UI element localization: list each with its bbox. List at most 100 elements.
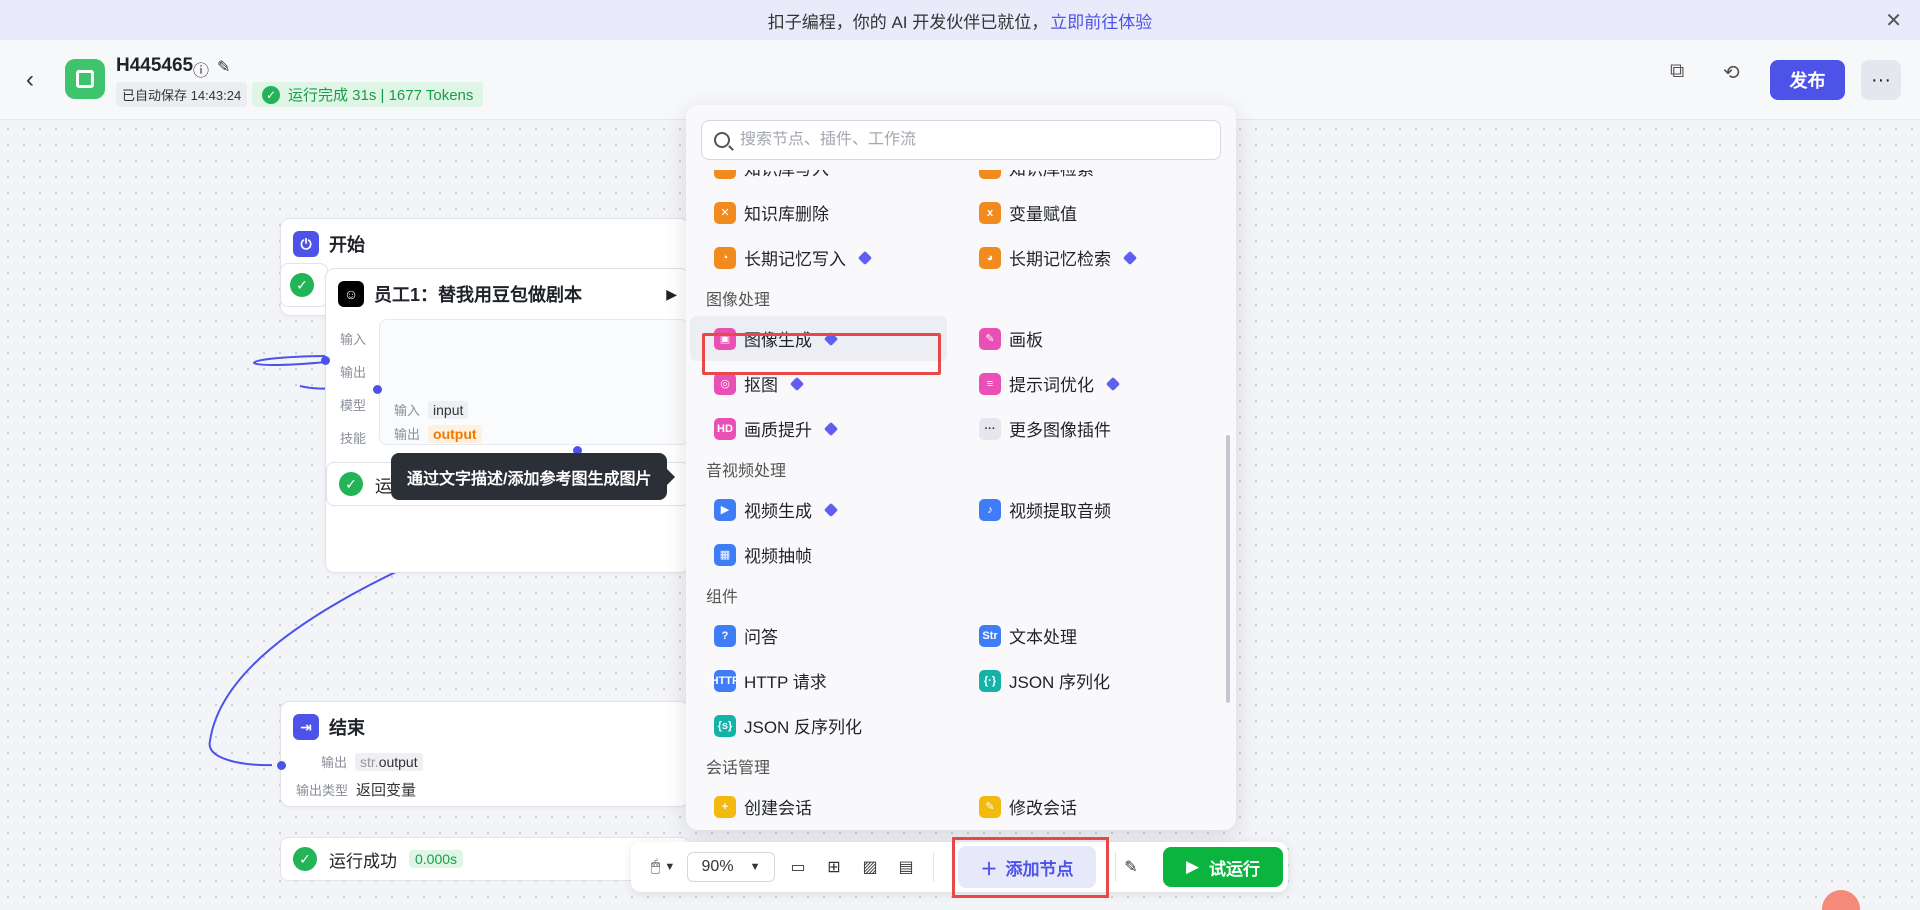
node-item[interactable]: ✎ 画板 (955, 316, 1212, 361)
node-search[interactable] (701, 120, 1221, 160)
banner-text: 扣子编程，你的 AI 开发伙伴已就位， (767, 12, 1049, 32)
port-dot[interactable] (277, 761, 286, 770)
node-item-label: 问答 (744, 628, 778, 647)
panel-scrollbar[interactable] (1226, 435, 1230, 703)
node-type-icon: ▶ (714, 498, 736, 521)
node-item-label: 知识库检索 (1009, 170, 1094, 180)
end-node-title: 结束 (329, 718, 365, 738)
image-icon[interactable]: ▨ (855, 852, 885, 882)
node-item[interactable]: ✕ 知识库删除 (690, 190, 947, 235)
node-item[interactable]: ✎ 修改会话 (955, 784, 1212, 829)
add-node-button[interactable]: ＋ 添加节点 (958, 846, 1096, 888)
more-options-button[interactable]: ··· (1861, 60, 1901, 100)
premium-gem-icon (857, 250, 873, 265)
section-title: 会话管理 (706, 760, 771, 777)
node-item[interactable]: ··· 更多图像插件 (955, 406, 1212, 451)
info-icon[interactable]: ⓘ (193, 57, 209, 81)
node-item-label: 图像生成 (744, 331, 812, 350)
end-run-status: ✓ 运行成功 0.000s (280, 837, 690, 881)
workflow-app-icon (65, 59, 105, 99)
node-item-label: 创建会话 (744, 799, 812, 818)
zoom-select[interactable]: 90% ▼ (687, 852, 775, 882)
node-list[interactable]: ✎ 知识库写入 ⌕ 知识库检索 ✕ 知识库删除 x 变量赋值 ◔ 长期记忆写入 ◕ 长期记忆检索图像处… (686, 170, 1226, 830)
node-item[interactable]: ◕ 长期记忆检索 (955, 235, 1212, 280)
node-tooltip: 通过文字描述/添加参考图生成图片 (391, 453, 676, 500)
node-grid: ▣ 图像生成 ✎ 画板 ◎ 抠图 ≡ 提示词优化 HD 画质提升 ··· 更多图像插件 (686, 316, 1226, 451)
end-output-label: 输出 (321, 755, 348, 770)
node-item[interactable]: x 变量赋值 (955, 190, 1212, 235)
add-node-label: 添加节点 (1005, 859, 1074, 879)
premium-gem-icon (823, 502, 839, 517)
node-type-icon: ✕ (714, 201, 736, 224)
end-output-type-prefix: str. (360, 753, 379, 770)
start-icon: ⏻ (293, 231, 319, 257)
node-type-icon: ◕ (979, 246, 1001, 269)
wrench-icon[interactable]: ✎ (1116, 852, 1146, 882)
title-actions: ⓘ ✎ (193, 57, 230, 81)
publish-button[interactable]: 发布 (1770, 60, 1845, 100)
node-item[interactable]: ▦ 视频抽帧 (690, 532, 947, 577)
grid-icon[interactable]: ⊞ (819, 852, 849, 882)
end-status-label: 运行成功 (329, 851, 397, 871)
node-grid: ✎ 知识库写入 ⌕ 知识库检索 ✕ 知识库删除 x 变量赋值 ◔ 长期记忆写入 ◕ 长期记忆检索 (686, 170, 1226, 280)
node-item[interactable]: ✎ 知识库写入 (690, 170, 947, 190)
node-item[interactable]: ◎ 抠图 (690, 361, 947, 406)
node-item[interactable]: + 创建会话 (690, 784, 947, 829)
toolbar-divider (1115, 852, 1116, 882)
node-search-input[interactable] (740, 131, 1200, 149)
agent-inner-card: 输入 input 输出 output (379, 319, 689, 445)
node-item[interactable]: Str 文本处理 (955, 613, 1212, 658)
banner-link[interactable]: 立即前往体验 (1050, 8, 1152, 33)
node-item[interactable]: {·} JSON 序列化 (955, 658, 1212, 703)
agent-node[interactable]: ☺ 员工1：替我用豆包做剧本 ▶ 输入 输出 模型 技能 输入 input 输出… (325, 268, 690, 573)
node-item[interactable]: ? 问答 (690, 613, 947, 658)
mouse-mode-button[interactable]: 🖱 ▼ (641, 852, 685, 882)
node-item[interactable]: ▶ 视频生成 (690, 487, 947, 532)
edit-icon[interactable]: ✎ (217, 57, 230, 81)
node-type-icon: ✎ (714, 170, 736, 179)
node-type-icon: ⌕ (979, 170, 1001, 179)
node-item[interactable]: HTTP HTTP 请求 (690, 658, 947, 703)
back-arrow-icon[interactable]: ‹ (26, 66, 34, 94)
minimap-icon[interactable]: ▤ (891, 852, 921, 882)
node-item[interactable]: HD 画质提升 (690, 406, 947, 451)
node-item[interactable]: ⌕ 知识库检索 (955, 170, 1212, 190)
check-circle-icon: ✓ (293, 847, 317, 871)
node-item-label: 视频生成 (744, 502, 812, 521)
node-item-label: 画板 (1009, 331, 1043, 350)
node-type-icon: ◔ (714, 246, 736, 269)
port-dot[interactable] (321, 356, 330, 365)
check-circle-icon: ✓ (339, 472, 363, 496)
close-icon[interactable]: ✕ (1885, 8, 1902, 33)
node-type-icon: ♪ (979, 498, 1001, 521)
node-grid: ▶ 视频生成 ♪ 视频提取音频 ▦ 视频抽帧 (686, 487, 1226, 577)
section-title: 图像处理 (706, 292, 771, 309)
agent-row-skill: 技能 (340, 431, 367, 446)
node-item[interactable]: ♪ 视频提取音频 (955, 487, 1212, 532)
node-type-icon: HTTP (711, 669, 739, 692)
trial-run-button[interactable]: ▶ 试运行 (1163, 847, 1283, 887)
premium-gem-icon (823, 421, 839, 436)
premium-gem-icon (1122, 250, 1138, 265)
port-dot[interactable] (373, 385, 382, 394)
node-item[interactable]: {s} JSON 反序列化 (690, 703, 947, 748)
end-output-tag: str.output (355, 752, 423, 771)
node-item-label: JSON 序列化 (1009, 673, 1111, 692)
node-grid: ? 问答 Str 文本处理 HTTP HTTP 请求 {·} JSON 序列化 {s} JSON … (686, 613, 1226, 748)
history-icon[interactable]: ⟲ (1723, 60, 1740, 85)
comment-icon[interactable]: ▭ (783, 852, 813, 882)
play-icon[interactable]: ▶ (666, 286, 677, 303)
end-node[interactable]: ⇥ 结束 输出 str.output 输出类型 返回变量 (280, 701, 690, 807)
node-item[interactable]: ≡ 提示词优化 (955, 361, 1212, 406)
node-item[interactable]: ◔ 长期记忆写入 (690, 235, 947, 280)
node-item-label: 知识库写入 (744, 170, 829, 180)
copy-icon[interactable]: ⧉ (1670, 60, 1684, 83)
chevron-down-icon: ▼ (664, 861, 676, 873)
node-item-label: 画质提升 (744, 421, 812, 440)
node-item[interactable]: ▣ 图像生成 (690, 316, 947, 361)
toolbar-divider (933, 852, 934, 882)
node-type-icon: + (714, 795, 736, 818)
exit-icon: ⇥ (293, 714, 319, 740)
node-item-label: 修改会话 (1009, 799, 1077, 818)
check-circle-icon: ✓ (290, 273, 314, 297)
